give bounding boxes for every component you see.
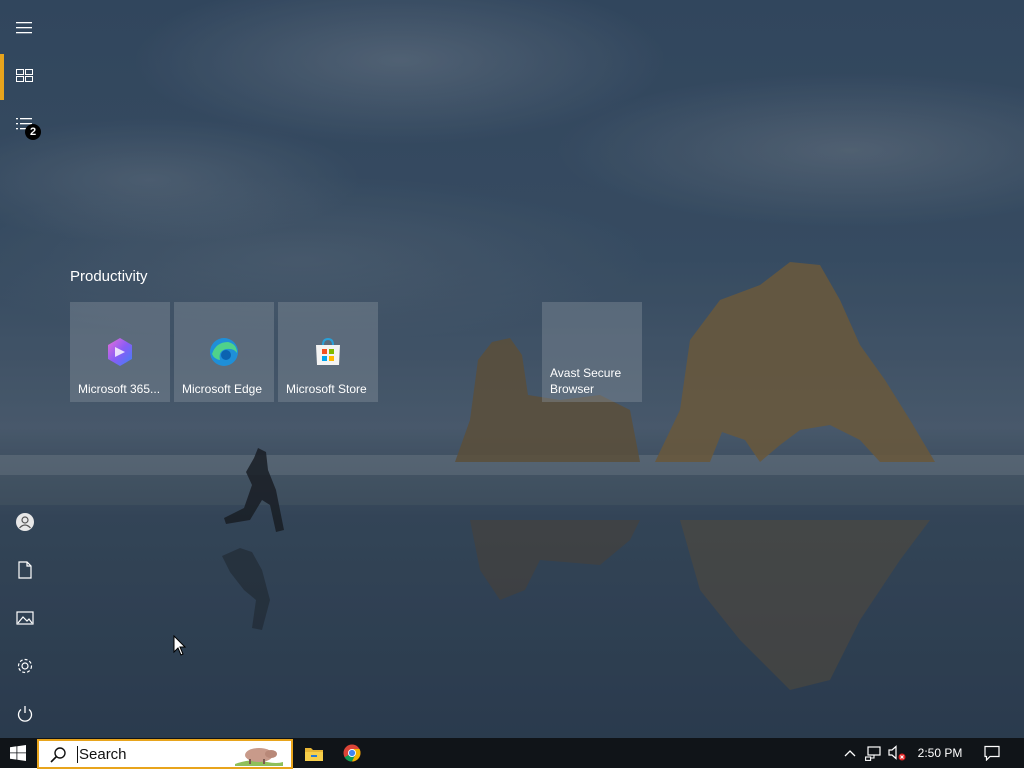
chrome-icon bbox=[343, 744, 361, 762]
microsoft-edge-icon bbox=[210, 338, 238, 366]
tile-label: Microsoft Store bbox=[286, 382, 367, 396]
tile-avast-secure-browser[interactable]: Avast Secure Browser bbox=[542, 302, 642, 402]
documents-icon bbox=[18, 561, 32, 579]
tile-group-title: Productivity bbox=[70, 268, 148, 285]
pinned-tiles-button[interactable] bbox=[0, 54, 50, 98]
notification-badge: 2 bbox=[25, 124, 41, 140]
network-button[interactable] bbox=[862, 738, 886, 768]
search-icon bbox=[50, 747, 66, 763]
chevron-up-icon bbox=[844, 750, 856, 757]
tile-microsoft-store[interactable]: Microsoft Store bbox=[278, 302, 378, 402]
tile-label: Microsoft 365... bbox=[78, 382, 161, 396]
power-button[interactable] bbox=[0, 692, 50, 736]
all-apps-button[interactable] bbox=[0, 102, 50, 146]
documents-button[interactable] bbox=[0, 548, 50, 592]
user-icon bbox=[16, 513, 34, 531]
expand-menu-button[interactable] bbox=[0, 6, 50, 50]
tiles-icon bbox=[16, 69, 33, 82]
tile-microsoft-edge[interactable]: Microsoft Edge bbox=[174, 302, 274, 402]
taskbar-clock[interactable]: 2:50 PM bbox=[912, 738, 968, 768]
power-icon bbox=[17, 706, 33, 722]
show-hidden-icons-button[interactable] bbox=[840, 738, 860, 768]
pictures-icon bbox=[16, 611, 34, 625]
mouse-cursor-icon bbox=[173, 635, 187, 656]
search-input[interactable]: Search bbox=[77, 746, 127, 763]
windows-logo-icon bbox=[10, 745, 26, 761]
taskbar-search-box[interactable]: Search bbox=[37, 739, 293, 769]
network-icon bbox=[865, 746, 881, 761]
chrome-button[interactable] bbox=[334, 738, 370, 768]
volume-muted-icon bbox=[888, 745, 906, 761]
tile-microsoft-365[interactable]: Microsoft 365... bbox=[70, 302, 170, 402]
tile-label: Microsoft Edge bbox=[182, 382, 263, 396]
pictures-button[interactable] bbox=[0, 596, 50, 640]
taskbar: Search 2:50 PM bbox=[0, 738, 1024, 769]
file-explorer-icon bbox=[305, 747, 323, 761]
action-center-button[interactable] bbox=[978, 738, 1006, 768]
search-highlight-illustration-icon bbox=[235, 748, 283, 766]
start-menu-rail: 2 bbox=[0, 0, 50, 738]
start-button[interactable] bbox=[0, 738, 36, 768]
user-account-button[interactable] bbox=[0, 500, 50, 544]
hamburger-icon bbox=[16, 22, 32, 34]
microsoft-365-icon bbox=[108, 338, 132, 366]
tile-label: Avast Secure Browser bbox=[550, 366, 622, 396]
settings-icon bbox=[17, 658, 33, 674]
microsoft-store-icon bbox=[316, 337, 340, 365]
notifications-icon bbox=[984, 745, 1000, 761]
settings-button[interactable] bbox=[0, 644, 50, 688]
file-explorer-button[interactable] bbox=[296, 738, 332, 768]
volume-button[interactable] bbox=[886, 738, 908, 768]
